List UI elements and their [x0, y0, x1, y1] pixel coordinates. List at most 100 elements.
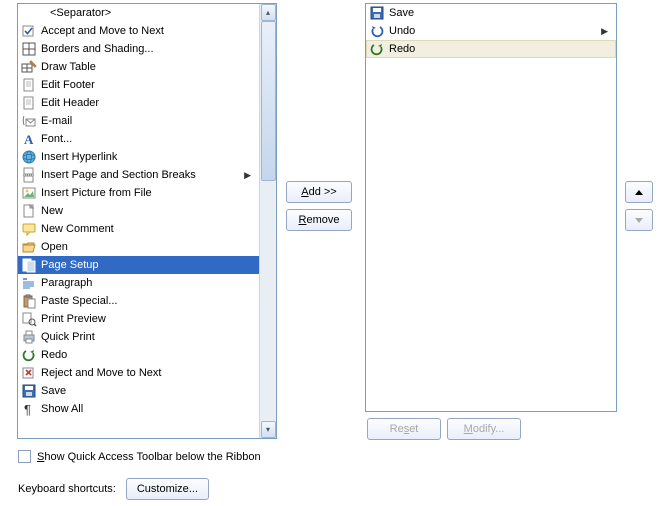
list-item-label: Insert Picture from File — [38, 187, 152, 199]
list-item-label: Edit Footer — [38, 79, 95, 91]
list-item[interactable]: Page Setup — [18, 256, 259, 274]
move-up-button[interactable] — [625, 181, 653, 203]
keyboard-shortcuts-row: Keyboard shortcuts: Customize... — [18, 478, 209, 500]
scroll-down-button[interactable]: ▾ — [261, 421, 276, 438]
paragraph-icon — [20, 275, 38, 291]
list-item[interactable]: Accept and Move to Next — [18, 22, 259, 40]
add-button[interactable]: Add >> — [286, 181, 352, 203]
scroll-thumb[interactable] — [261, 21, 276, 181]
list-item-label: E-mail — [38, 115, 72, 127]
font-icon: A — [20, 131, 38, 147]
list-item-label: Borders and Shading... — [38, 43, 154, 55]
list-item-label: Accept and Move to Next — [38, 25, 164, 37]
list-item[interactable]: Quick Print — [18, 328, 259, 346]
save-icon — [368, 5, 386, 21]
move-down-button[interactable] — [625, 209, 653, 231]
reorder-buttons — [625, 181, 655, 237]
list-action-buttons: Reset Modify... — [367, 418, 524, 440]
list-item[interactable]: Save — [366, 4, 616, 22]
page-break-icon — [20, 167, 38, 183]
list-item-label: Page Setup — [38, 259, 99, 271]
list-item[interactable]: Insert Picture from File — [18, 184, 259, 202]
list-item[interactable]: Edit Footer — [18, 76, 259, 94]
show-below-ribbon-checkbox[interactable] — [18, 450, 31, 463]
none-icon — [20, 5, 38, 21]
svg-text:¶: ¶ — [24, 402, 31, 417]
redo-icon — [368, 41, 386, 57]
reset-button[interactable]: Reset — [367, 418, 441, 440]
modify-button[interactable]: Modify... — [447, 418, 521, 440]
list-item-label: Paragraph — [38, 277, 92, 289]
remove-button[interactable]: Remove — [286, 209, 352, 231]
list-item-label: Print Preview — [38, 313, 106, 325]
page-setup-icon — [20, 257, 38, 273]
list-item-label: Insert Hyperlink — [38, 151, 117, 163]
submenu-arrow-icon: ▶ — [601, 26, 608, 37]
list-item[interactable]: A Font... — [18, 130, 259, 148]
list-item[interactable]: Reject and Move to Next — [18, 364, 259, 382]
list-item-label: Save — [38, 385, 66, 397]
available-commands-list[interactable]: <Separator> Accept and Move to Next Border… — [17, 3, 277, 439]
list-item-label: Redo — [38, 349, 67, 361]
email-icon — [20, 113, 38, 129]
list-item-label: Reject and Move to Next — [38, 367, 161, 379]
save-icon — [20, 383, 38, 399]
submenu-arrow-icon: ▶ — [244, 170, 251, 181]
list-item-label: Draw Table — [38, 61, 96, 73]
list-item[interactable]: Redo — [18, 346, 259, 364]
list-item-label: Edit Header — [38, 97, 99, 109]
undo-icon — [368, 23, 386, 39]
reject-icon — [20, 365, 38, 381]
list-item-label: Redo — [386, 43, 415, 55]
new-doc-icon — [20, 203, 38, 219]
open-icon — [20, 239, 38, 255]
draw-table-icon — [20, 59, 38, 75]
customize-button[interactable]: Customize... — [126, 478, 209, 500]
scrollbar[interactable]: ▴ ▾ — [259, 4, 276, 438]
hyperlink-icon — [20, 149, 38, 165]
accept-icon — [20, 23, 38, 39]
list-item[interactable]: Save — [18, 382, 259, 400]
svg-text:A: A — [24, 132, 34, 147]
list-item[interactable]: Insert Hyperlink — [18, 148, 259, 166]
list-item[interactable]: Print Preview — [18, 310, 259, 328]
scroll-up-button[interactable]: ▴ — [261, 4, 276, 21]
list-item[interactable]: Redo — [366, 40, 616, 58]
pilcrow-icon: ¶ — [20, 401, 38, 417]
list-item-label: Quick Print — [38, 331, 95, 343]
list-item[interactable]: Paste Special... — [18, 292, 259, 310]
list-item-label: Paste Special... — [38, 295, 117, 307]
transfer-buttons: Add >> Remove — [286, 181, 354, 237]
list-item[interactable]: E-mail — [18, 112, 259, 130]
list-item-label: New Comment — [38, 223, 114, 235]
list-item-label: Insert Page and Section Breaks — [38, 169, 196, 181]
list-item-label: Open — [38, 241, 68, 253]
selected-commands-list[interactable]: Save Undo ▶ Redo — [365, 3, 617, 412]
list-item[interactable]: <Separator> — [18, 4, 259, 22]
page-icon — [20, 77, 38, 93]
list-item-label: Undo — [386, 25, 415, 37]
redo-icon — [20, 347, 38, 363]
show-below-ribbon-row: Show Quick Access Toolbar below the Ribb… — [18, 450, 261, 463]
list-item[interactable]: Undo ▶ — [366, 22, 616, 40]
list-item-label: Font... — [38, 133, 72, 145]
list-item[interactable]: Open — [18, 238, 259, 256]
list-item-label: Save — [386, 7, 414, 19]
list-item-label: <Separator> — [38, 7, 111, 19]
list-item[interactable]: New Comment — [18, 220, 259, 238]
keyboard-shortcuts-label: Keyboard shortcuts: — [18, 483, 116, 495]
list-item[interactable]: Edit Header — [18, 94, 259, 112]
print-preview-icon — [20, 311, 38, 327]
list-item[interactable]: Insert Page and Section Breaks ▶ — [18, 166, 259, 184]
borders-icon — [20, 41, 38, 57]
list-item[interactable]: New — [18, 202, 259, 220]
paste-icon — [20, 293, 38, 309]
list-item[interactable]: Borders and Shading... — [18, 40, 259, 58]
list-item[interactable]: Paragraph — [18, 274, 259, 292]
list-item-label: New — [38, 205, 63, 217]
page-icon — [20, 95, 38, 111]
comment-icon — [20, 221, 38, 237]
list-item-label: Show All — [38, 403, 83, 415]
list-item[interactable]: ¶ Show All — [18, 400, 259, 418]
list-item[interactable]: Draw Table — [18, 58, 259, 76]
